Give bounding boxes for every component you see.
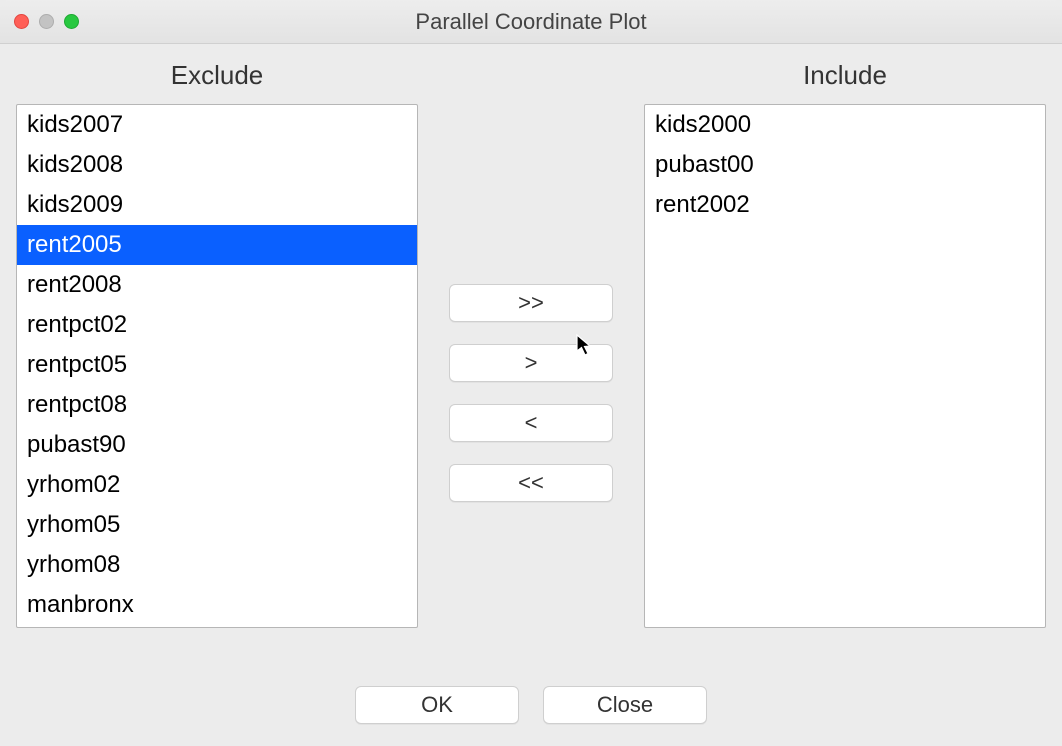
include-column: Include kids2000pubast00rent2002 (644, 60, 1046, 660)
include-list-item[interactable]: pubast00 (645, 145, 1045, 185)
exclude-list-item[interactable]: manbronx (17, 585, 417, 625)
window-controls (0, 14, 79, 29)
exclude-list-item[interactable]: pubast90 (17, 425, 417, 465)
minimize-window-button[interactable] (39, 14, 54, 29)
exclude-list-item[interactable]: yrhom02 (17, 465, 417, 505)
dialog-footer: OK Close (16, 660, 1046, 724)
window-title: Parallel Coordinate Plot (0, 9, 1062, 35)
move-left-button[interactable]: < (449, 404, 613, 442)
exclude-list-item[interactable]: kids2009 (17, 185, 417, 225)
exclude-list-item[interactable]: rentpct05 (17, 345, 417, 385)
exclude-column: Exclude kids2007kids2008kids2009rent2005… (16, 60, 418, 660)
zoom-window-button[interactable] (64, 14, 79, 29)
exclude-list-item[interactable]: kids2008 (17, 145, 417, 185)
ok-button[interactable]: OK (355, 686, 519, 724)
exclude-list-item[interactable]: rent2008 (17, 265, 417, 305)
dialog-content: Exclude kids2007kids2008kids2009rent2005… (0, 44, 1062, 746)
titlebar: Parallel Coordinate Plot (0, 0, 1062, 44)
include-list-item[interactable]: rent2002 (645, 185, 1045, 225)
close-window-button[interactable] (14, 14, 29, 29)
dialog-window: Parallel Coordinate Plot Exclude kids200… (0, 0, 1062, 746)
transfer-buttons-column: >> > < << (446, 60, 616, 660)
move-right-button[interactable]: > (449, 344, 613, 382)
exclude-listbox[interactable]: kids2007kids2008kids2009rent2005rent2008… (16, 104, 418, 628)
include-label: Include (803, 60, 887, 90)
exclude-list-item[interactable]: kids2007 (17, 105, 417, 145)
include-listbox[interactable]: kids2000pubast00rent2002 (644, 104, 1046, 628)
exclude-list-item[interactable]: rentpct02 (17, 305, 417, 345)
exclude-list-item[interactable]: yrhom05 (17, 505, 417, 545)
close-button[interactable]: Close (543, 686, 707, 724)
exclude-list-item[interactable]: yrhom08 (17, 545, 417, 585)
include-list-item[interactable]: kids2000 (645, 105, 1045, 145)
exclude-list-item[interactable]: rentpct08 (17, 385, 417, 425)
move-all-left-button[interactable]: << (449, 464, 613, 502)
move-all-right-button[interactable]: >> (449, 284, 613, 322)
exclude-label: Exclude (171, 60, 264, 90)
exclude-list-item[interactable]: rent2005 (17, 225, 417, 265)
transfer-columns: Exclude kids2007kids2008kids2009rent2005… (16, 60, 1046, 660)
